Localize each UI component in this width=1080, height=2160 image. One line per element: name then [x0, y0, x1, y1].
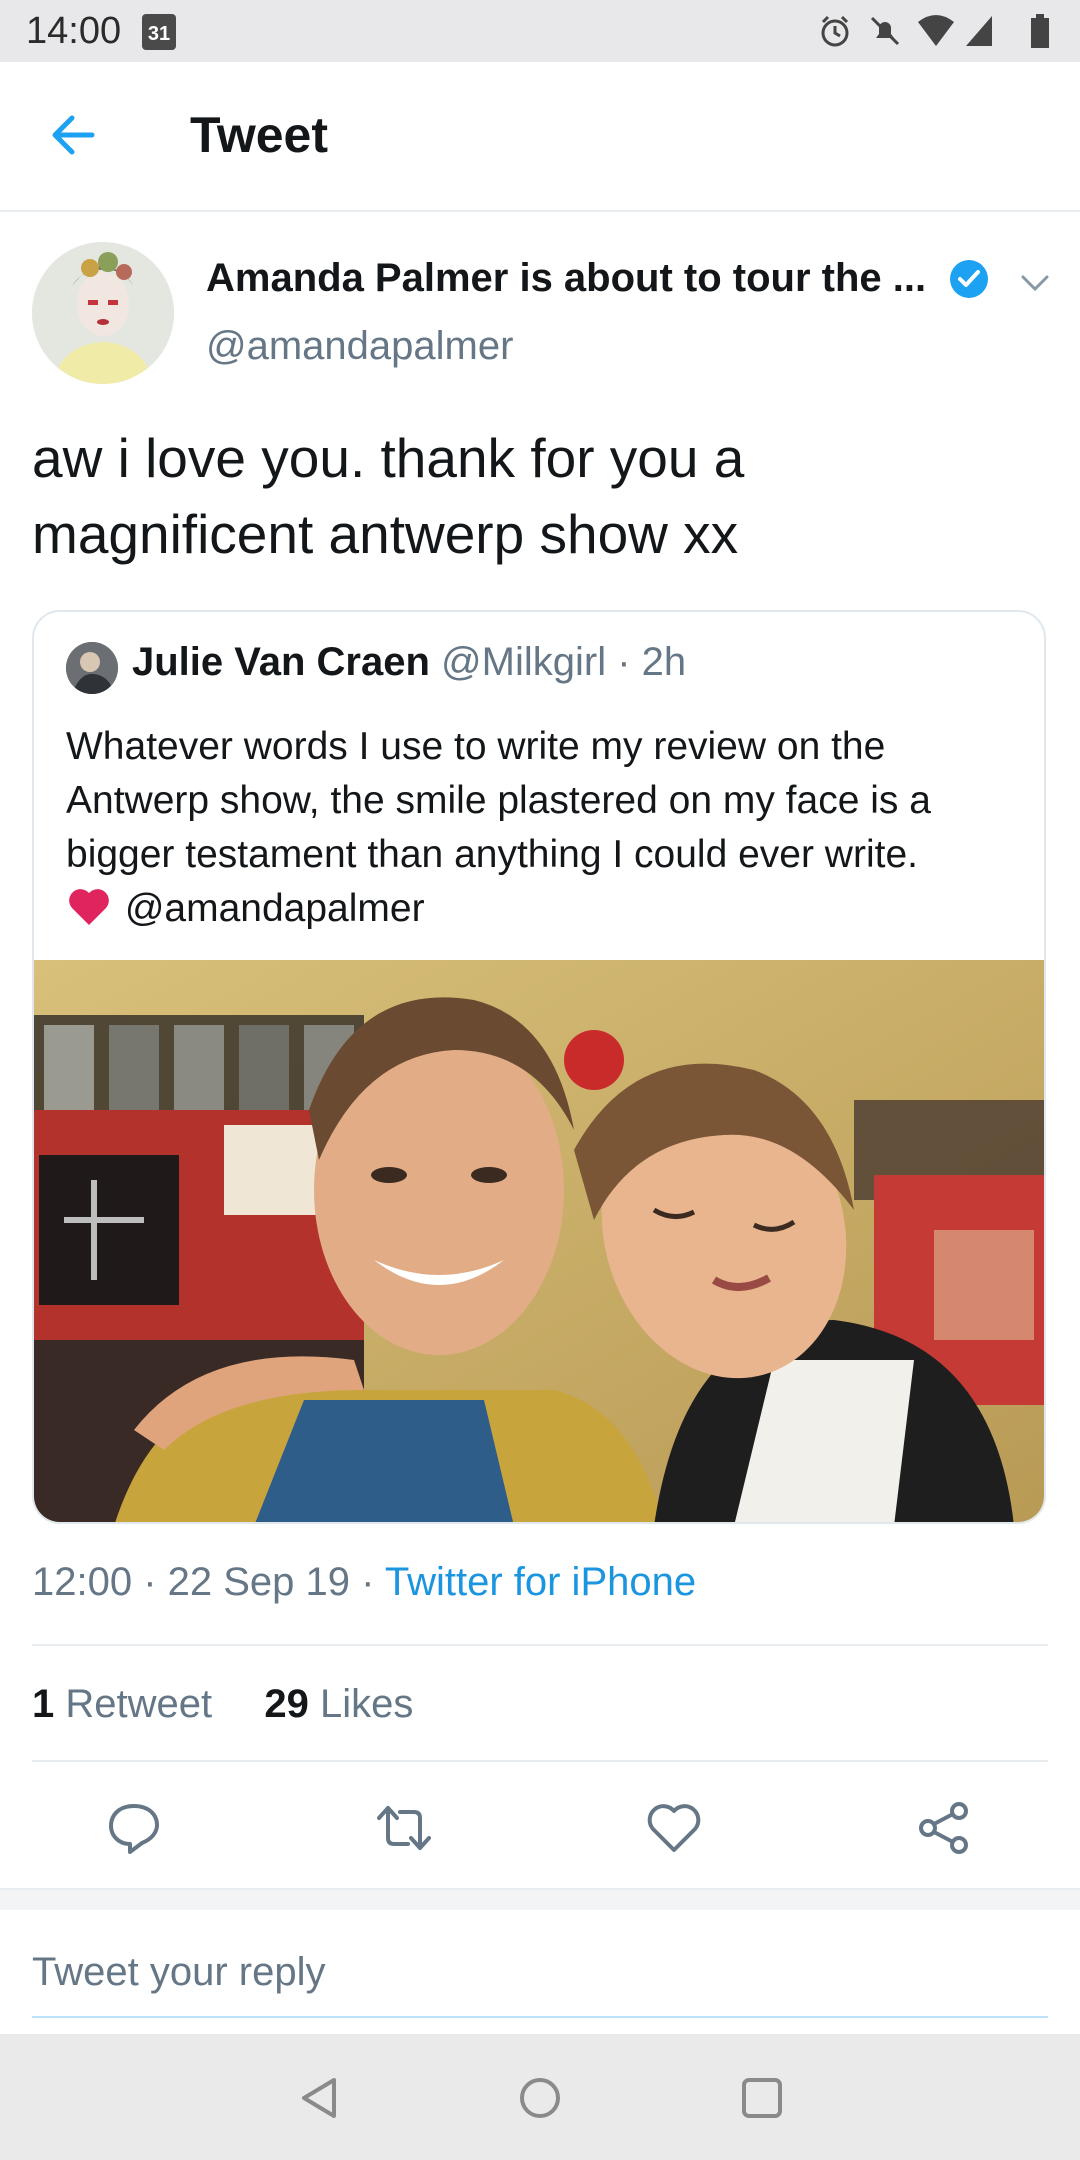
- wifi-icon: [918, 15, 954, 46]
- tweet-timestamp: 12:00 · 22 Sep 19 · Twitter for iPhone: [32, 1560, 696, 1605]
- quoted-tweet-text: Whatever words I use to write my review …: [66, 720, 1026, 936]
- retweet-icon[interactable]: [374, 1798, 434, 1858]
- quoted-mention[interactable]: @amandapalmer: [125, 887, 425, 930]
- status-time: 14:00: [26, 10, 122, 52]
- author-name[interactable]: Amanda Palmer is about to tour the ...: [206, 256, 926, 301]
- quoted-tweet-header: Julie Van Craen @Milkgirl · 2h: [132, 640, 686, 685]
- app-header: Tweet: [0, 62, 1080, 212]
- share-icon[interactable]: [914, 1798, 974, 1858]
- retweets-stat[interactable]: 1 Retweet: [32, 1682, 212, 1726]
- reply-icon[interactable]: [104, 1798, 164, 1858]
- chevron-down-icon[interactable]: [1018, 266, 1052, 300]
- tweet-text: aw i love you. thank for you a magnifice…: [32, 427, 745, 565]
- back-arrow-icon[interactable]: [48, 110, 98, 160]
- quoted-tweet-body: Whatever words I use to write my review …: [66, 725, 931, 876]
- divider: [32, 1644, 1048, 1646]
- status-bar: 14:00 31: [0, 0, 1080, 62]
- section-separator: [0, 1888, 1080, 1910]
- signal-icon: [966, 16, 992, 46]
- nav-back-icon[interactable]: [298, 2076, 340, 2120]
- like-icon[interactable]: [644, 1798, 704, 1858]
- author-handle[interactable]: @amandapalmer: [206, 324, 513, 369]
- alarm-icon: [821, 15, 849, 47]
- nav-home-icon[interactable]: [518, 2076, 562, 2120]
- reply-input[interactable]: Tweet your reply: [32, 1950, 325, 1995]
- nav-recents-icon[interactable]: [740, 2076, 784, 2120]
- author-avatar[interactable]: [32, 242, 174, 384]
- likes-stat[interactable]: 29 Likes: [264, 1682, 413, 1726]
- quoted-author-avatar: [66, 642, 118, 694]
- tweet-time-text: 12:00 · 22 Sep 19 ·: [32, 1560, 385, 1604]
- system-nav-bar: [0, 2034, 1080, 2160]
- divider: [32, 1760, 1048, 1762]
- reply-input-underline: [32, 2016, 1048, 2018]
- page-title: Tweet: [190, 107, 328, 163]
- tweet-source-link[interactable]: Twitter for iPhone: [385, 1560, 696, 1604]
- tweet-stats: 1 Retweet 29 Likes: [32, 1682, 413, 1727]
- quoted-tweet-photo[interactable]: [34, 960, 1046, 1524]
- quoted-tweet-card[interactable]: Julie Van Craen @Milkgirl · 2h Whatever …: [32, 610, 1046, 1524]
- quoted-author-meta: @Milkgirl · 2h: [429, 640, 687, 684]
- heart-emoji-icon: [66, 887, 114, 927]
- verified-badge-icon: [950, 260, 988, 298]
- quoted-author-name: Julie Van Craen: [132, 640, 430, 684]
- battery-icon: [1031, 14, 1049, 48]
- calendar-notification-icon: 31: [142, 14, 176, 50]
- mute-icon: [870, 16, 900, 46]
